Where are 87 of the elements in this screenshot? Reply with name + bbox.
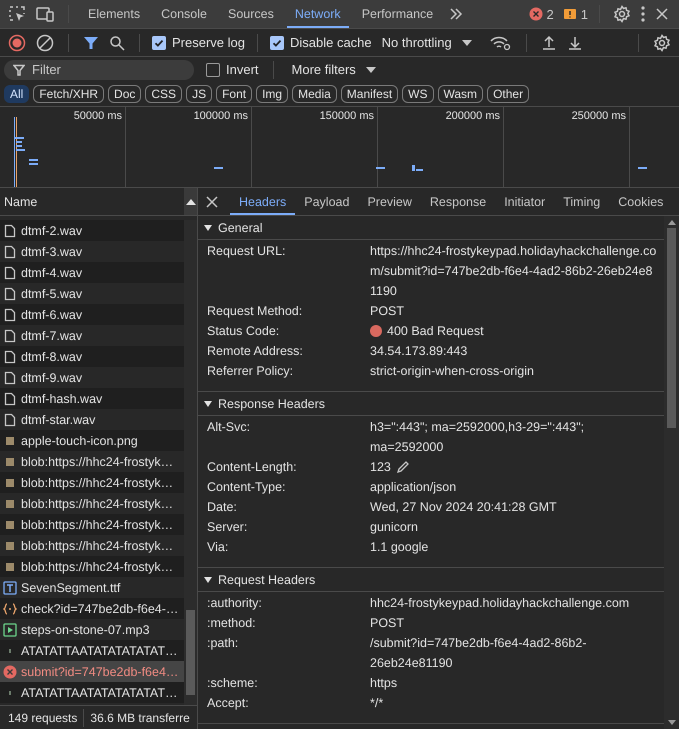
status-text: 149 requests bbox=[8, 710, 78, 724]
header-name: Via: bbox=[206, 539, 230, 556]
type-filter-chip[interactable]: Media bbox=[292, 85, 337, 103]
type-filter-chip[interactable]: Other bbox=[487, 85, 530, 103]
checkbox-label[interactable]: Disable cache bbox=[290, 35, 372, 50]
request-row[interactable]: ATATATTAATATATATATAT… bbox=[0, 682, 184, 703]
header-name: :path: bbox=[206, 635, 240, 652]
time-tick-label: 50000 ms bbox=[74, 110, 122, 122]
header-name: Remote Address: bbox=[206, 343, 304, 360]
time-tick-label: 150000 ms bbox=[320, 110, 374, 122]
type-filter-chip[interactable]: WS bbox=[402, 85, 434, 103]
header-value: 34.54.173.89:443 bbox=[370, 343, 468, 360]
detail-tab[interactable]: Cookies bbox=[609, 188, 672, 215]
panel-tab[interactable]: Elements bbox=[80, 0, 148, 28]
request-row[interactable]: dtmf-hash.wav bbox=[0, 388, 184, 409]
checkbox-label[interactable]: Preserve log bbox=[172, 35, 245, 50]
header-name: Request URL: bbox=[206, 243, 287, 260]
header-value: Wed, 27 Nov 2024 20:41:28 GMT bbox=[370, 499, 557, 516]
header-name: Alt-Svc: bbox=[206, 419, 252, 436]
time-tick-label: 100000 ms bbox=[194, 110, 248, 122]
checkbox-label[interactable]: Invert bbox=[226, 62, 259, 77]
header-value: strict-origin-when-cross-origin bbox=[370, 363, 534, 380]
type-filter-chip[interactable]: Img bbox=[256, 85, 288, 103]
type-filter-chip[interactable]: All bbox=[4, 85, 30, 103]
section-header[interactable]: Request Headers bbox=[198, 568, 664, 592]
request-row[interactable]: blob:https://hhc24-frostyk… bbox=[0, 472, 184, 493]
request-row[interactable]: blob:https://hhc24-frostyk… bbox=[0, 556, 184, 577]
header-value: 400 Bad Request bbox=[387, 323, 484, 340]
detail-tab[interactable]: Initiator bbox=[495, 188, 554, 215]
header-name: Content-Type: bbox=[206, 479, 287, 496]
request-row[interactable]: dtmf-4.wav bbox=[0, 262, 184, 283]
header-name: :method: bbox=[206, 615, 257, 632]
header-name: :scheme: bbox=[206, 675, 259, 692]
panel-tab[interactable]: Network bbox=[286, 0, 349, 28]
request-row[interactable]: dtmf-8.wav bbox=[0, 346, 184, 367]
header-value: https bbox=[370, 675, 398, 692]
detail-tab[interactable]: Response bbox=[420, 188, 496, 215]
type-filter-chip[interactable]: Font bbox=[216, 85, 252, 103]
request-row[interactable]: check?id=747be2db-f6e4-… bbox=[0, 598, 184, 619]
panel-tab[interactable]: Performance bbox=[354, 0, 442, 28]
header-value: hhc24-frostykeypad.holidayhackchallenge.com bbox=[370, 595, 630, 612]
header-value: */* bbox=[370, 695, 384, 712]
detail-tab[interactable]: Payload bbox=[295, 188, 358, 215]
status-text: 36.6 MB transferre bbox=[90, 710, 190, 724]
request-row[interactable]: dtmf-2.wav bbox=[0, 220, 184, 241]
type-filter-chip[interactable]: Manifest bbox=[340, 85, 398, 103]
header-name: Server: bbox=[206, 519, 248, 536]
header-value: POST bbox=[370, 615, 404, 632]
error-count[interactable]: 2 bbox=[528, 6, 554, 22]
header-value: 1.1 google bbox=[370, 539, 428, 556]
type-filter-chip[interactable]: Fetch/XHR bbox=[33, 85, 104, 103]
request-row[interactable]: blob:https://hhc24-frostyk… bbox=[0, 514, 184, 535]
request-row[interactable]: dtmf-6.wav bbox=[0, 304, 184, 325]
request-row[interactable]: apple-touch-icon.png bbox=[0, 430, 184, 451]
panel-tab[interactable]: Sources bbox=[220, 0, 282, 28]
header-name: Referrer Policy: bbox=[206, 363, 294, 380]
type-filter-chip[interactable]: JS bbox=[186, 85, 212, 103]
detail-tab[interactable]: Preview bbox=[358, 188, 421, 215]
header-value: h3=":443"; ma=2592000,h3-29=":443"; ma=2592000 bbox=[370, 419, 586, 456]
header-value: 123 bbox=[370, 459, 391, 476]
header-value: application/json bbox=[370, 479, 456, 496]
warning-count[interactable]: 1 bbox=[562, 6, 588, 22]
request-row[interactable]: submit?id=747be2db-f6e4… bbox=[0, 661, 184, 682]
time-tick-label: 250000 ms bbox=[572, 110, 626, 122]
header-value: https://hhc24-frostykeypad.holidayhackchallenge.com/submit?id=747be2db-f6e4-4ad2-86b2-26eb24e81190 bbox=[370, 243, 658, 300]
type-filter-chip[interactable]: Doc bbox=[108, 85, 142, 103]
type-filter-chip[interactable]: Wasm bbox=[438, 85, 484, 103]
request-row[interactable]: ATATATTAATATATATATAT… bbox=[0, 640, 184, 661]
header-name: Date: bbox=[206, 499, 238, 516]
header-name: Content-Length: bbox=[206, 459, 298, 476]
header-value: POST bbox=[370, 303, 404, 320]
throttling-dropdown[interactable]: No throttling bbox=[382, 35, 472, 50]
detail-tab[interactable]: Timing bbox=[554, 188, 610, 215]
panel-tab[interactable]: Console bbox=[153, 0, 215, 28]
time-tick-label: 200000 ms bbox=[446, 110, 500, 122]
header-name: Request Method: bbox=[206, 303, 304, 320]
section-header[interactable]: Response Headers bbox=[198, 392, 664, 416]
header-name: Accept: bbox=[206, 695, 250, 712]
section-header[interactable]: General bbox=[198, 216, 664, 240]
detail-tab[interactable]: Headers bbox=[230, 188, 296, 215]
type-filter-chip[interactable]: CSS bbox=[145, 85, 182, 103]
header-name: :authority: bbox=[206, 595, 263, 612]
header-value: gunicorn bbox=[370, 519, 418, 536]
header-name: Status Code: bbox=[206, 323, 280, 340]
filter-field[interactable]: Filter bbox=[4, 60, 194, 80]
more-filters-dropdown[interactable]: More filters bbox=[292, 62, 376, 77]
column-header[interactable]: Name bbox=[0, 194, 184, 208]
